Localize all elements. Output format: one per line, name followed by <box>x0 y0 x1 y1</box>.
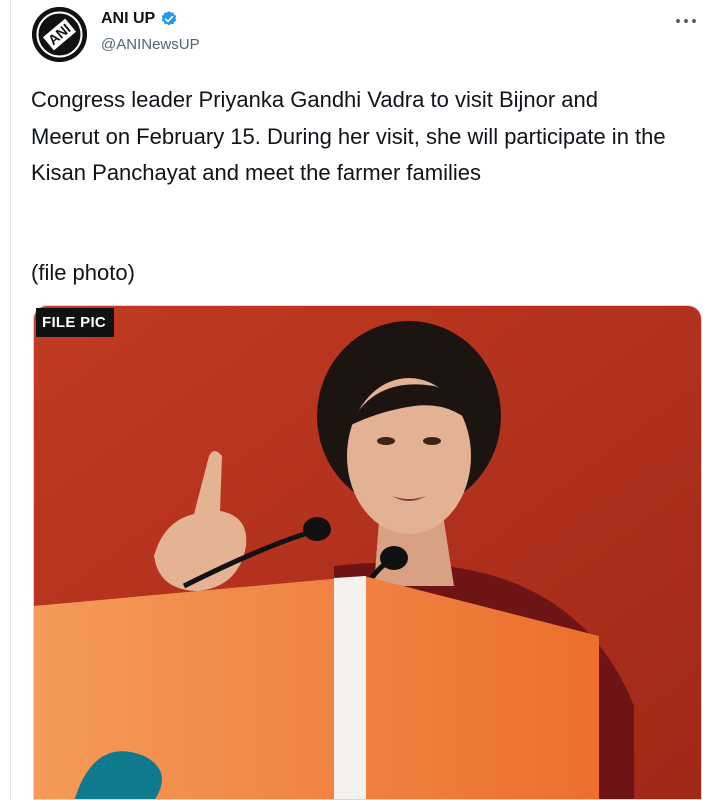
verified-badge-icon <box>162 11 177 26</box>
avatar[interactable]: ANI <box>32 7 87 62</box>
file-pic-badge: FILE PIC <box>36 308 115 337</box>
more-options-icon[interactable] <box>676 14 700 28</box>
account-name-text[interactable]: ANI UP <box>101 10 155 28</box>
timeline-divider <box>10 0 11 800</box>
tweet-photo[interactable] <box>33 305 702 800</box>
ani-logo-icon: ANI <box>32 7 87 62</box>
account-name[interactable]: ANI UP <box>101 10 178 28</box>
speaker-photo <box>34 306 701 799</box>
tweet-text: Congress leader Priyanka Gandhi Vadra to… <box>31 87 666 185</box>
account-handle[interactable]: @ANINewsUP <box>101 36 200 53</box>
tweet-file-note: (file photo) <box>31 260 135 285</box>
